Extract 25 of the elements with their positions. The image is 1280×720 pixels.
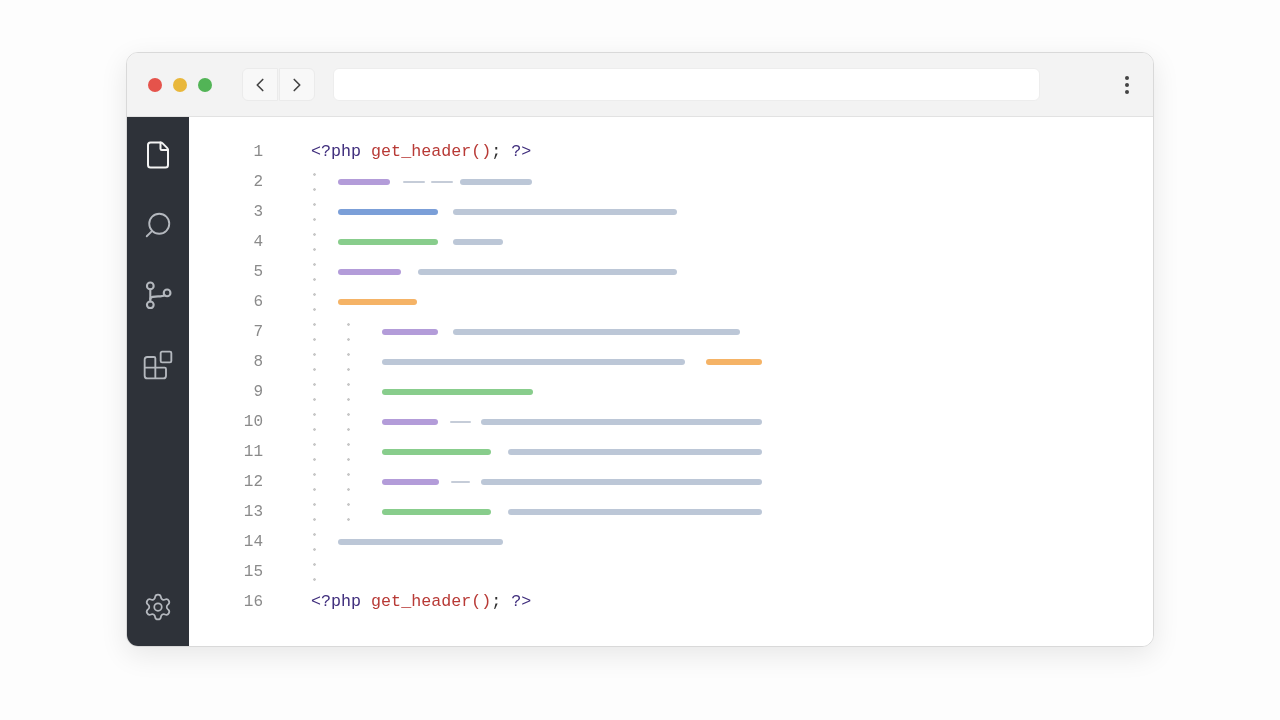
line-number: 4 <box>253 232 263 253</box>
line-number: 14 <box>243 532 263 553</box>
blocks-icon <box>142 349 174 381</box>
line-number: 16 <box>243 592 263 613</box>
line-number: 3 <box>253 202 263 223</box>
line-number: 11 <box>243 442 263 463</box>
line-number: 6 <box>253 292 263 313</box>
code-line: <?php get_header(); ?> <box>311 591 532 613</box>
search-icon <box>143 210 173 240</box>
line-number: 15 <box>243 562 263 583</box>
settings-icon <box>143 592 173 622</box>
close-window-button[interactable] <box>148 77 162 92</box>
line-number: 2 <box>253 172 263 193</box>
code-line: <?php get_header(); ?> <box>311 141 532 163</box>
line-number: 5 <box>253 262 263 283</box>
more-menu-button[interactable] <box>1125 75 1129 94</box>
line-number: 8 <box>253 352 263 373</box>
line-number: 12 <box>243 472 263 493</box>
branch-icon <box>144 281 172 309</box>
line-number: 13 <box>243 502 263 523</box>
line-number: 10 <box>243 412 263 433</box>
line-number: 9 <box>253 382 263 403</box>
line-number: 7 <box>253 322 263 343</box>
more-icon <box>1125 75 1129 94</box>
line-number: 1 <box>253 142 263 163</box>
